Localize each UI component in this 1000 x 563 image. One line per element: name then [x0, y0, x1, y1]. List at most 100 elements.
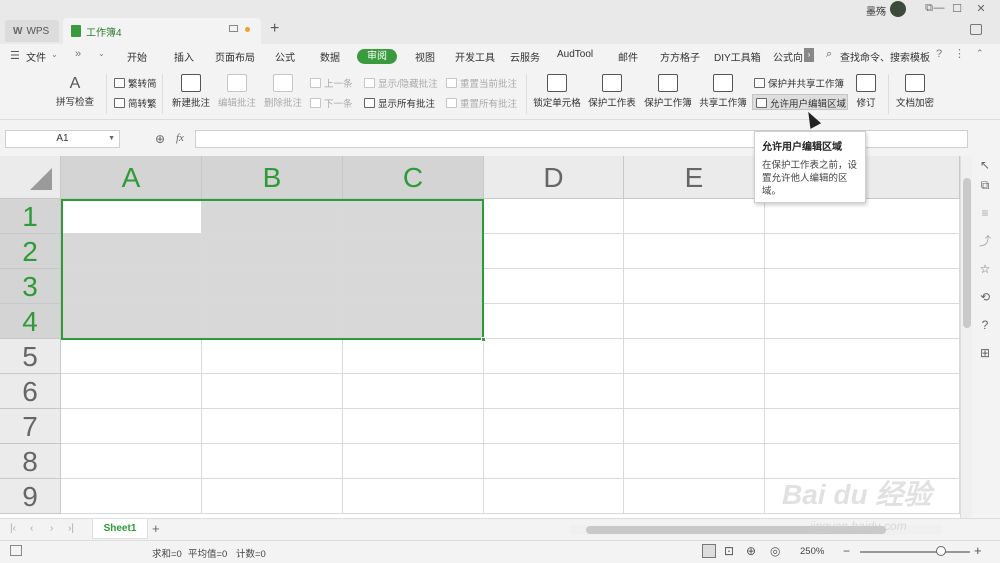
page-break-view-icon[interactable]: ⊡ [724, 544, 734, 558]
cell-b1[interactable] [202, 199, 343, 234]
cell-f4[interactable] [765, 304, 960, 339]
row-header-1[interactable]: 1 [0, 199, 61, 234]
vertical-scroll-thumb[interactable] [963, 178, 971, 328]
column-header-b[interactable]: B [202, 156, 343, 199]
row-header-3[interactable]: 3 [0, 269, 61, 304]
allow-edit-ranges-button[interactable]: 允许用户编辑区域 [756, 96, 846, 110]
protect-share-workbook-button[interactable]: 保护并共享工作簿 [754, 76, 844, 90]
protect-workbook-button[interactable]: 保护工作簿 [642, 74, 694, 109]
column-header-d[interactable]: D [484, 156, 624, 199]
maximize-icon[interactable]: ☐ [946, 2, 968, 16]
cell-b2[interactable] [202, 234, 343, 269]
reset-all-comments-button[interactable]: 重置所有批注 [446, 96, 517, 110]
cell-c9[interactable] [343, 479, 484, 514]
column-header-e[interactable]: E [624, 156, 765, 199]
simp-to-trad-button[interactable]: 简转繁 [114, 96, 157, 110]
cell-c1[interactable] [343, 199, 484, 234]
cell-d1[interactable] [484, 199, 624, 234]
cell-d3[interactable] [484, 269, 624, 304]
fx-icon[interactable]: fx [176, 132, 184, 144]
cell-b3[interactable] [202, 269, 343, 304]
doc-encrypt-button[interactable]: 文档加密 [892, 74, 938, 109]
select-all-corner[interactable] [0, 156, 61, 199]
more-options-icon[interactable]: ⋮ [954, 47, 965, 60]
column-header-a[interactable]: A [61, 156, 202, 199]
cell-f7[interactable] [765, 409, 960, 444]
edit-comment-button[interactable]: 编辑批注 [216, 74, 258, 109]
cell-a4[interactable] [61, 304, 202, 339]
row-header-2[interactable]: 2 [0, 234, 61, 269]
zoom-slider[interactable] [860, 551, 970, 553]
cell-d6[interactable] [484, 374, 624, 409]
cell-a2[interactable] [61, 234, 202, 269]
cell-a9[interactable] [61, 479, 202, 514]
cell-a3[interactable] [61, 269, 202, 304]
cell-c2[interactable] [343, 234, 484, 269]
collapse-ribbon-icon[interactable]: ⌃ [976, 48, 984, 59]
help-icon[interactable]: ? [936, 48, 942, 60]
cell-d4[interactable] [484, 304, 624, 339]
vertical-scrollbar[interactable] [960, 156, 972, 518]
menu-page-layout[interactable]: 页面布局 [215, 49, 255, 64]
lock-cell-button[interactable]: 锁定单元格 [530, 74, 584, 109]
fill-handle[interactable] [481, 337, 486, 342]
zoom-slider-knob[interactable] [936, 546, 946, 556]
cell-f2[interactable] [765, 234, 960, 269]
menu-home[interactable]: 开始 [127, 49, 147, 64]
wps-home-tab[interactable]: W WPS [5, 20, 59, 42]
row-header-7[interactable]: 7 [0, 409, 61, 444]
column-header-c[interactable]: C [343, 156, 484, 199]
search-icon[interactable]: ⌕ [826, 48, 832, 61]
help-circle-icon[interactable]: ? [978, 318, 992, 332]
cell-e1[interactable] [624, 199, 765, 234]
reset-current-comment-button[interactable]: 重置当前批注 [446, 76, 517, 90]
prev-sheet-icon[interactable]: ‹ [30, 523, 33, 534]
menu-mail[interactable]: 邮件 [618, 49, 638, 64]
cell-d9[interactable] [484, 479, 624, 514]
cell-e3[interactable] [624, 269, 765, 304]
cell-d7[interactable] [484, 409, 624, 444]
cell-e6[interactable] [624, 374, 765, 409]
menu-insert[interactable]: 插入 [174, 49, 194, 64]
new-comment-button[interactable]: 新建批注 [170, 74, 212, 109]
cell-e8[interactable] [624, 444, 765, 479]
export-icon[interactable]: ⤴ [978, 234, 992, 248]
eye-protection-icon[interactable]: ◎ [770, 544, 780, 558]
track-changes-button[interactable]: 修订 [850, 74, 882, 109]
trad-to-simp-button[interactable]: 繁转简 [114, 76, 157, 90]
row-header-8[interactable]: 8 [0, 444, 61, 479]
command-search[interactable]: 查找命令、搜索模板 [840, 49, 930, 64]
menu-view[interactable]: 视图 [415, 49, 435, 64]
menu-formula-wizard[interactable]: 公式向 [773, 49, 803, 64]
cell-f1[interactable] [765, 199, 960, 234]
cell-c5[interactable] [343, 339, 484, 374]
monitor-icon[interactable] [229, 25, 238, 32]
menu-fangfang[interactable]: 方方格子 [660, 49, 700, 64]
cell-a8[interactable] [61, 444, 202, 479]
zoom-out-icon[interactable]: − [843, 544, 850, 558]
zoom-in-icon[interactable]: + [974, 543, 982, 558]
menu-diy-toolbox[interactable]: DIY工具箱 [714, 49, 761, 64]
cell-b7[interactable] [202, 409, 343, 444]
cell-a5[interactable] [61, 339, 202, 374]
protect-sheet-button[interactable]: 保护工作表 [586, 74, 638, 109]
row-header-6[interactable]: 6 [0, 374, 61, 409]
cell-e4[interactable] [624, 304, 765, 339]
menu-cloud-service[interactable]: 云服务 [510, 49, 540, 64]
cell-e5[interactable] [624, 339, 765, 374]
cell-b4[interactable] [202, 304, 343, 339]
next-sheet-icon[interactable]: › [50, 523, 53, 534]
normal-view-icon[interactable] [702, 544, 716, 558]
shapes-icon[interactable]: ⧉ [978, 178, 992, 192]
cell-f5[interactable] [765, 339, 960, 374]
file-dropdown-icon[interactable]: ⌄ [51, 50, 58, 59]
sidebar-toggle-icon[interactable] [970, 24, 982, 35]
cell-a1[interactable] [61, 199, 202, 234]
cell-e9[interactable] [624, 479, 765, 514]
cell-b6[interactable] [202, 374, 343, 409]
share-workbook-button[interactable]: 共享工作簿 [697, 74, 749, 109]
close-icon[interactable]: ✕ [970, 2, 992, 16]
menu-scroll-right-icon[interactable]: › [804, 48, 814, 62]
row-header-9[interactable]: 9 [0, 479, 61, 514]
delete-comment-button[interactable]: 删除批注 [262, 74, 304, 109]
